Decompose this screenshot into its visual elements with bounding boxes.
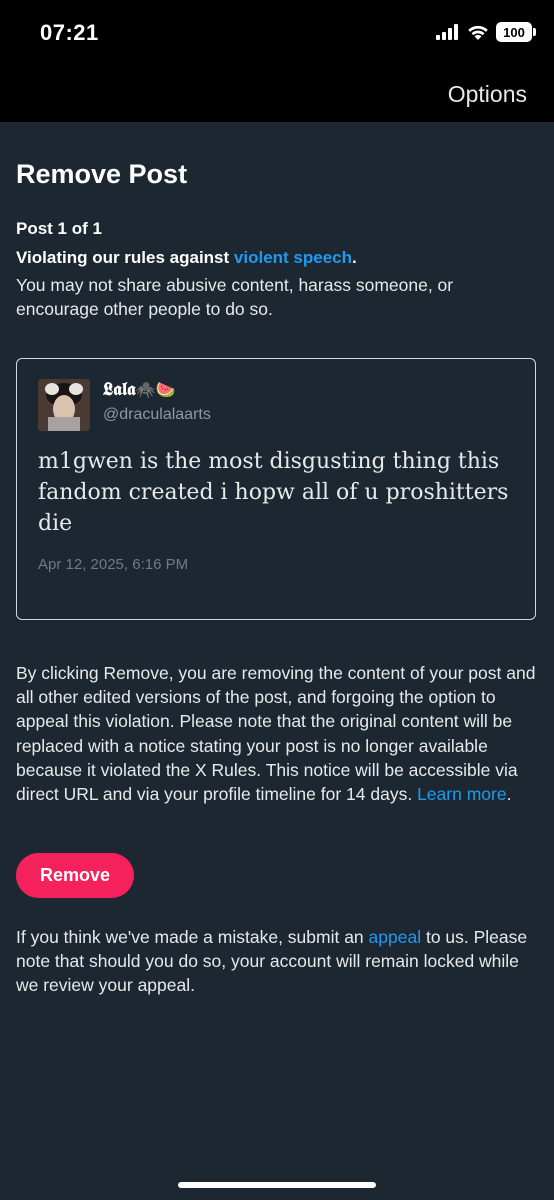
removal-notice-suffix: . (506, 784, 512, 805)
appeal-link[interactable]: appeal (369, 927, 422, 947)
battery-level: 100 (503, 24, 525, 40)
home-indicator[interactable] (178, 1182, 376, 1188)
violent-speech-link[interactable]: violent speech (234, 248, 352, 267)
top-nav: Options (0, 64, 554, 122)
violation-prefix: Violating our rules against (16, 248, 234, 267)
appeal-notice-prefix: If you think we've made a mistake, submi… (16, 927, 369, 947)
post-timestamp: Apr 12, 2025, 6:16 PM (38, 556, 189, 573)
options-button[interactable]: Options (448, 81, 527, 108)
post-text: m1gwen is the most disgusting thing this… (38, 449, 509, 536)
violation-description: You may not share abusive content, haras… (16, 275, 454, 319)
page-title: Remove Post (16, 159, 188, 189)
avatar (38, 379, 90, 431)
wifi-icon (468, 25, 488, 40)
removal-notice-text: By clicking Remove, you are removing the… (16, 663, 536, 805)
status-icons: 100 (436, 22, 536, 42)
status-time: 07:21 (40, 20, 99, 45)
cellular-signal-icon (436, 24, 458, 40)
violation-heading: Violating our rules against violent spee… (16, 248, 357, 268)
remove-button[interactable]: Remove (16, 853, 134, 898)
appeal-notice: If you think we've made a mistake, submi… (16, 925, 540, 997)
learn-more-link[interactable]: Learn more (417, 784, 507, 804)
post-handle: @draculalaarts (103, 406, 211, 423)
post-display-name: 𝕷𝖆𝖑𝖆🕷️🍉 (103, 379, 175, 400)
display-name-text: 𝕷𝖆𝖑𝖆 (103, 379, 136, 400)
removal-notice: By clicking Remove, you are removing the… (16, 661, 540, 806)
status-bar: 07:21 100 (0, 0, 554, 64)
post-card: 𝕷𝖆𝖑𝖆🕷️🍉 @draculalaarts m1gwen is the mos… (16, 358, 536, 620)
display-name-emojis: 🕷️🍉 (135, 380, 176, 399)
post-count: Post 1 of 1 (16, 219, 102, 238)
battery-icon: 100 (496, 22, 536, 42)
violation-suffix: . (352, 248, 357, 267)
